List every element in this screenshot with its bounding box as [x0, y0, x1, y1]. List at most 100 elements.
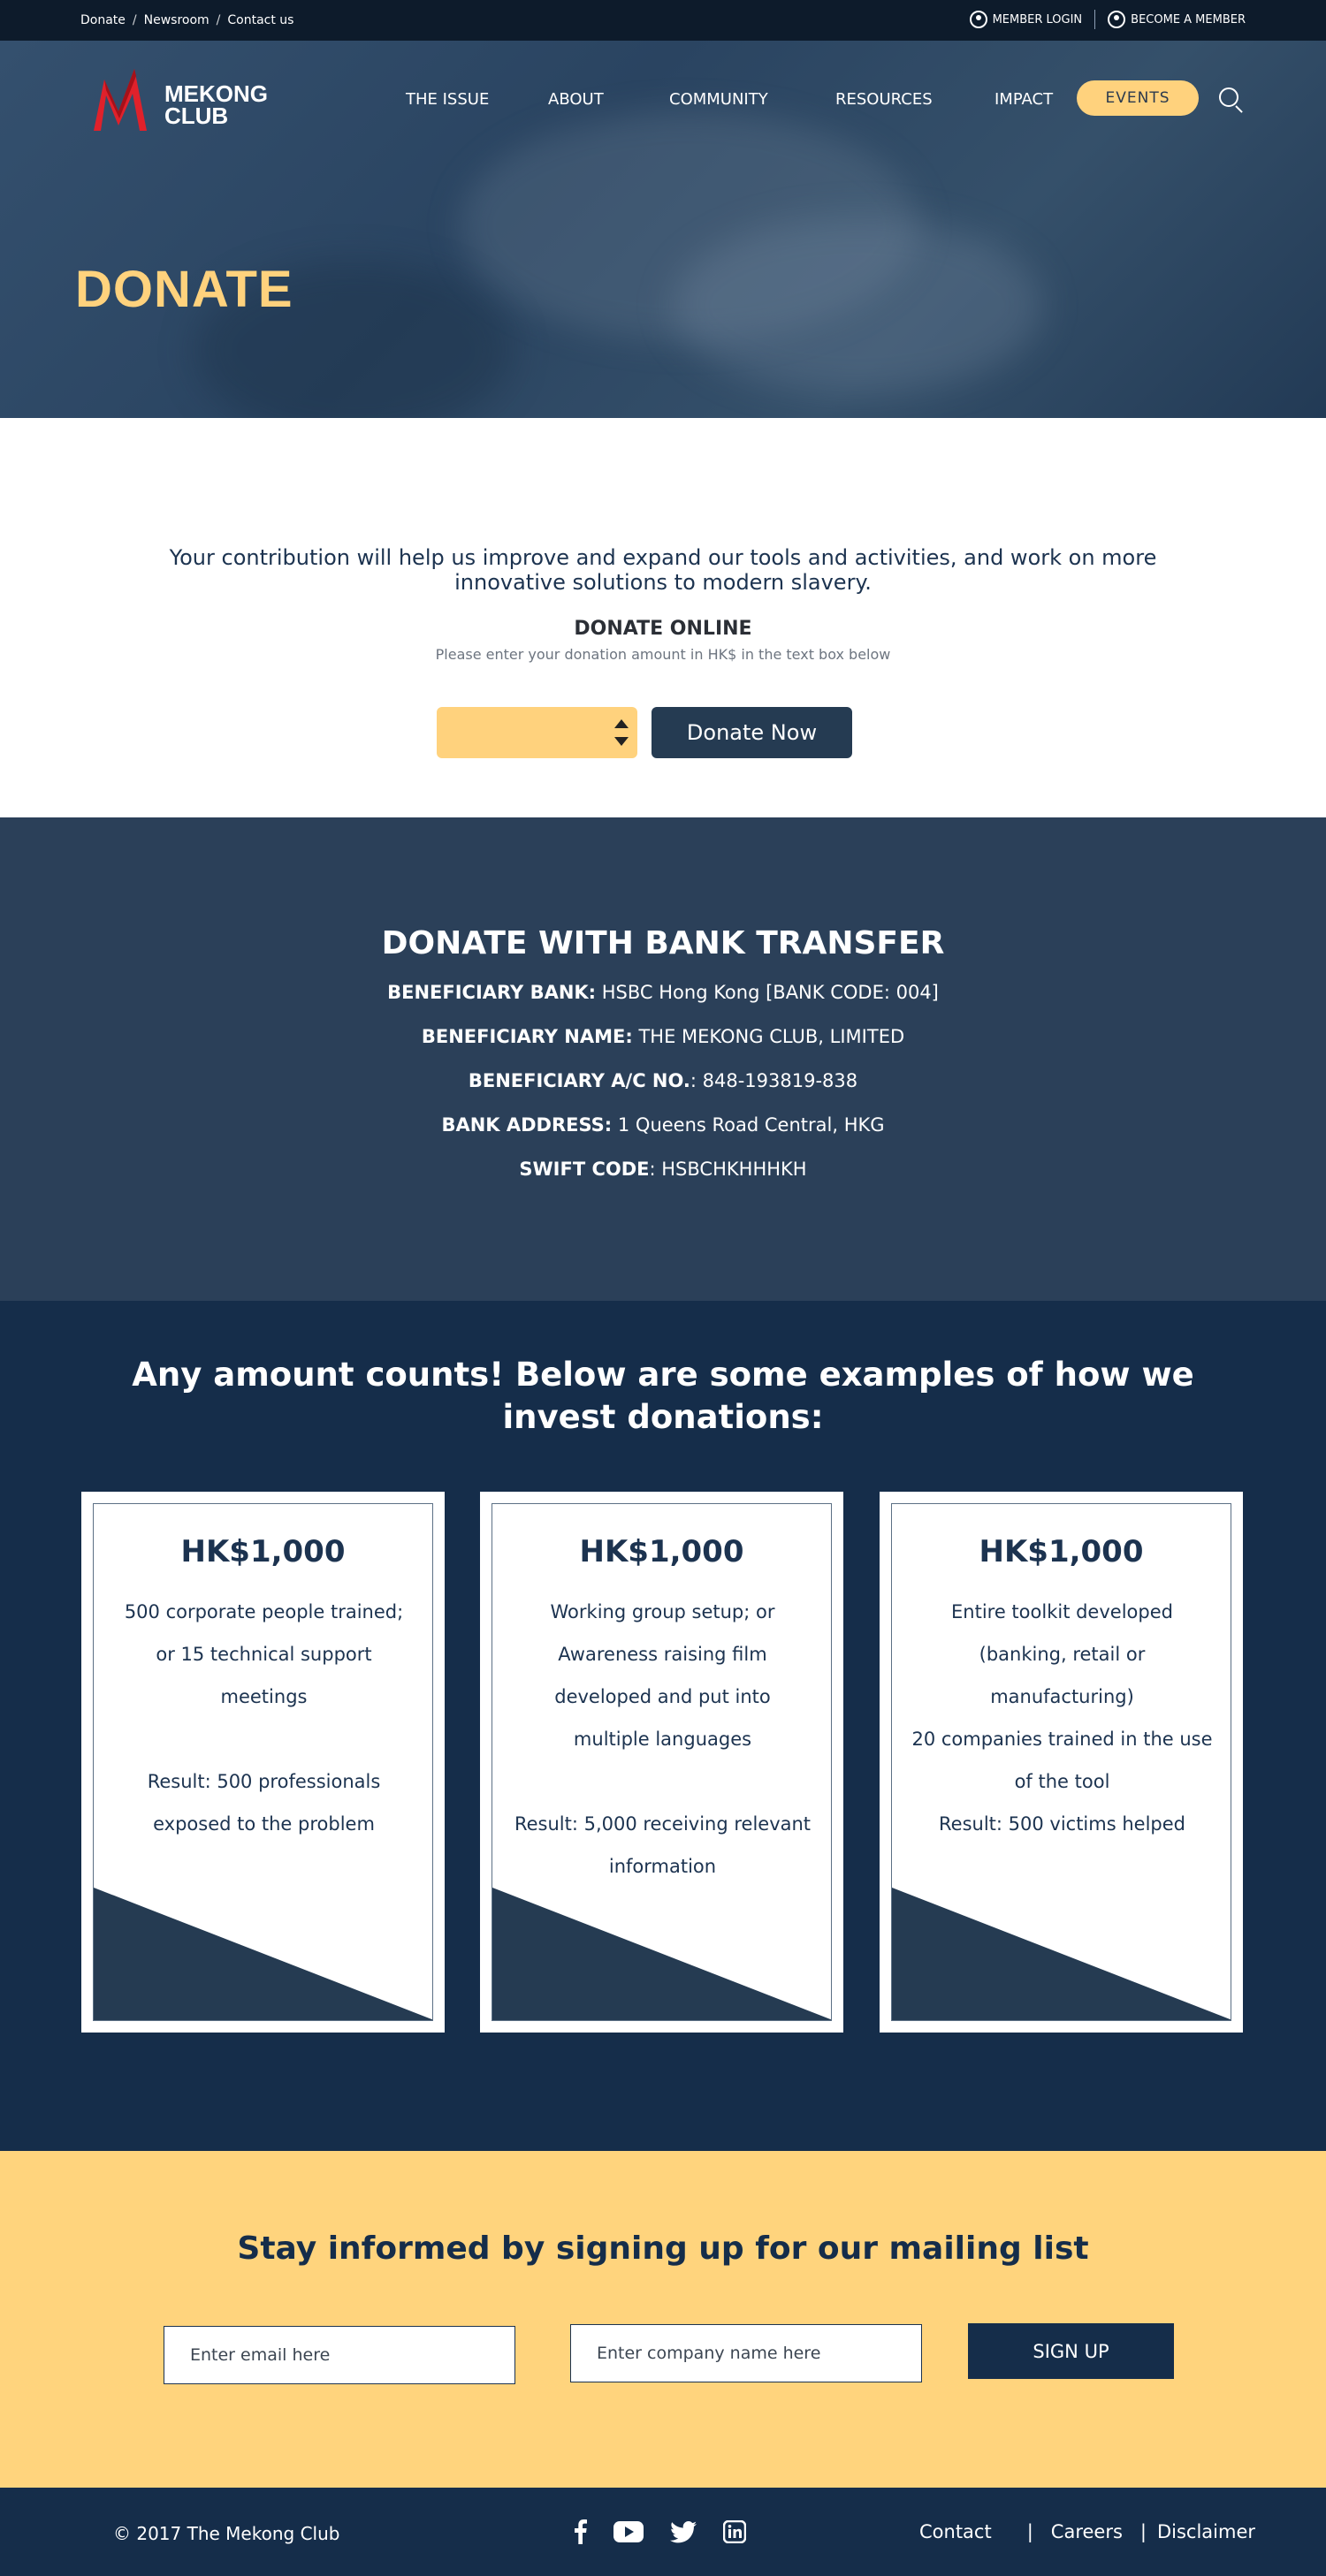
- footer-link-disclaimer[interactable]: Disclaimer: [1157, 2521, 1255, 2542]
- mailing-list-section: Stay informed by signing up for our mail…: [0, 2151, 1326, 2488]
- example-line: meetings: [220, 1686, 308, 1707]
- utility-links: Donate / Newsroom / Contact us: [80, 13, 293, 27]
- site-footer: © 2017 The Mekong Club Contact | Careers…: [0, 2488, 1326, 2576]
- example-card: HK$1,000 500 corporate people trained; o…: [81, 1492, 445, 2033]
- example-amount: HK$1,000: [180, 1534, 346, 1569]
- hero-banner: MEKONG CLUB THE ISSUE ABOUT COMMUNITY RE…: [0, 41, 1326, 418]
- sign-up-button[interactable]: SIGN UP: [968, 2323, 1174, 2379]
- company-name-field[interactable]: Enter company name here: [570, 2324, 922, 2382]
- logo-m-icon: [94, 69, 147, 131]
- donate-online-section: Your contribution will help us improve a…: [0, 418, 1326, 817]
- bank-detail-label: BENEFICIARY BANK:: [387, 982, 597, 1003]
- nav-item-community[interactable]: COMMUNITY: [669, 90, 768, 109]
- example-line: 20 companies trained in the use: [911, 1729, 1213, 1750]
- footer-link-contact[interactable]: Contact: [919, 2521, 992, 2542]
- donate-online-heading: DONATE ONLINE: [574, 618, 752, 640]
- bank-detail-label: BANK ADDRESS:: [441, 1114, 613, 1136]
- donation-intro-text: Your contribution will help us improve a…: [169, 545, 1157, 595]
- example-line: 500 corporate people trained;: [124, 1601, 404, 1622]
- utility-link-newsroom[interactable]: Newsroom: [144, 13, 210, 27]
- top-utility-bar: Donate / Newsroom / Contact us MEMBER LO…: [0, 0, 1326, 41]
- bank-detail-value: : HSBCHKHHHKH: [649, 1159, 807, 1180]
- example-line: Working group setup; or: [550, 1601, 775, 1622]
- nav-item-about[interactable]: ABOUT: [548, 90, 604, 109]
- footer-separator: |: [1139, 2521, 1147, 2542]
- footer-links: Contact | Careers | Disclaimer: [919, 2521, 1255, 2542]
- email-field[interactable]: Enter email here: [164, 2326, 515, 2384]
- logo-text: MEKONG CLUB: [164, 82, 268, 129]
- youtube-icon[interactable]: [613, 2521, 644, 2542]
- donate-online-instructions: Please enter your donation amount in HK$…: [435, 646, 891, 663]
- example-amount: HK$1,000: [579, 1534, 744, 1569]
- card-corner-decoration: [892, 1888, 1231, 2020]
- example-line: Awareness raising film: [558, 1644, 767, 1665]
- example-description: 500 corporate people trained; or 15 tech…: [110, 1591, 418, 1845]
- bank-detail-row: BENEFICIARY NAME: THE MEKONG CLUB, LIMIT…: [0, 1026, 1326, 1047]
- example-line: or 15 technical support: [156, 1644, 372, 1665]
- example-line: multiple languages: [573, 1729, 752, 1750]
- facebook-icon[interactable]: [575, 2519, 587, 2544]
- copyright-text: © 2017 The Mekong Club: [113, 2523, 340, 2544]
- divider: [1094, 10, 1096, 29]
- bank-detail-label: BENEFICIARY NAME:: [421, 1026, 633, 1047]
- example-line: information: [608, 1856, 717, 1877]
- nav-item-resources[interactable]: RESOURCES: [835, 90, 933, 109]
- bank-detail-label: BENEFICIARY A/C NO.: [468, 1070, 690, 1091]
- example-card: HK$1,000 Entire toolkit developed (banki…: [880, 1492, 1243, 2033]
- example-card-frame: HK$1,000 Entire toolkit developed (banki…: [891, 1503, 1231, 2021]
- linkedin-icon[interactable]: [723, 2520, 746, 2543]
- account-links: MEMBER LOGIN BECOME A MEMBER: [969, 10, 1246, 29]
- bank-detail-value: 1 Queens Road Central, HKG: [612, 1114, 885, 1136]
- utility-link-contact[interactable]: Contact us: [227, 13, 293, 27]
- utility-separator: /: [216, 13, 221, 27]
- example-line: Entire toolkit developed: [951, 1601, 1173, 1622]
- example-card-frame: HK$1,000 Working group setup; or Awarene…: [492, 1503, 832, 2021]
- donation-amount-input[interactable]: [437, 707, 637, 758]
- example-line: exposed to the problem: [153, 1813, 375, 1835]
- example-description: Working group setup; or Awareness raisin…: [508, 1591, 817, 1888]
- footer-separator: |: [1026, 2521, 1033, 2542]
- search-icon[interactable]: [1219, 87, 1238, 107]
- example-description: Entire toolkit developed (banking, retai…: [908, 1591, 1216, 1845]
- bank-detail-row: BENEFICIARY A/C NO.: 848-193819-838: [0, 1070, 1326, 1091]
- utility-separator: /: [132, 13, 137, 27]
- example-line: Result: 5,000 receiving relevant: [514, 1813, 812, 1835]
- member-login-label: MEMBER LOGIN: [992, 12, 1083, 27]
- mailing-list-heading: Stay informed by signing up for our mail…: [237, 2230, 1089, 2267]
- social-links: [575, 2519, 746, 2544]
- become-member-link[interactable]: BECOME A MEMBER: [1108, 11, 1246, 28]
- events-button[interactable]: EVENTS: [1077, 80, 1199, 116]
- example-card-frame: HK$1,000 500 corporate people trained; o…: [93, 1503, 433, 2021]
- example-line: (banking, retail or: [979, 1644, 1146, 1665]
- example-line: Result: 500 professionals: [147, 1771, 381, 1792]
- bank-detail-label: SWIFT CODE: [519, 1159, 650, 1180]
- bank-transfer-section: DONATE WITH BANK TRANSFER BENEFICIARY BA…: [0, 817, 1326, 1301]
- nav-item-impact[interactable]: IMPACT: [994, 90, 1053, 109]
- hero-background-image: [672, 217, 1043, 394]
- card-corner-decoration: [492, 1888, 831, 2020]
- bank-detail-row: SWIFT CODE: HSBCHKHHHKH: [0, 1159, 1326, 1180]
- bank-detail-value: THE MEKONG CLUB, LIMITED: [632, 1026, 905, 1047]
- donate-now-button[interactable]: Donate Now: [652, 707, 852, 758]
- number-spinner-icon[interactable]: [614, 719, 629, 746]
- bank-detail-value: HSBC Hong Kong [BANK CODE: 004]: [596, 982, 939, 1003]
- become-member-label: BECOME A MEMBER: [1131, 12, 1246, 27]
- card-corner-decoration: [94, 1888, 432, 2020]
- example-line: developed and put into: [554, 1686, 771, 1707]
- example-line: Result: 500 victims helped: [939, 1813, 1185, 1835]
- user-add-icon: [1108, 11, 1126, 28]
- footer-link-careers[interactable]: Careers: [1051, 2521, 1123, 2542]
- member-login-link[interactable]: MEMBER LOGIN: [969, 11, 1083, 28]
- twitter-icon[interactable]: [670, 2520, 697, 2543]
- example-card: HK$1,000 Working group setup; or Awarene…: [480, 1492, 843, 2033]
- bank-detail-value: : 848-193819-838: [690, 1070, 858, 1091]
- nav-item-the-issue[interactable]: THE ISSUE: [406, 90, 489, 109]
- example-line: [508, 1760, 817, 1803]
- user-circle-icon: [969, 11, 987, 28]
- example-line: manufacturing): [990, 1686, 1134, 1707]
- example-amount: HK$1,000: [979, 1534, 1144, 1569]
- logo-text-line2: CLUB: [164, 103, 229, 129]
- site-logo[interactable]: MEKONG CLUB: [92, 64, 269, 134]
- utility-link-donate[interactable]: Donate: [80, 13, 126, 27]
- example-line: of the tool: [1014, 1771, 1110, 1792]
